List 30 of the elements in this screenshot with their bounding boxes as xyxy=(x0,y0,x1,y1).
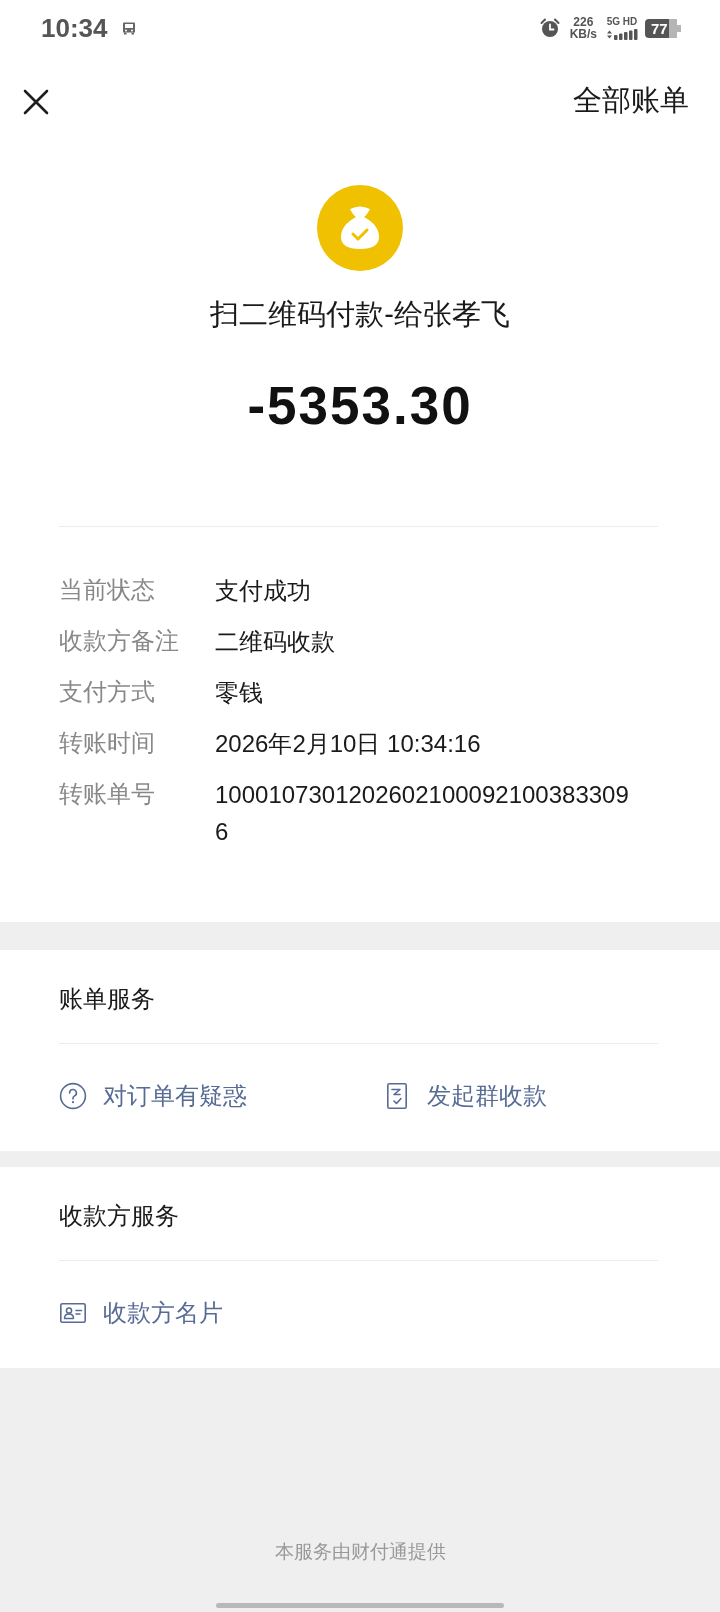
section-title: 收款方服务 xyxy=(59,1201,180,1231)
net-speed-unit: KB/s xyxy=(569,28,597,40)
status-time: 10:34 xyxy=(41,13,108,43)
all-bills-link[interactable]: 全部账单 xyxy=(573,82,689,118)
service-link[interactable]: 收款方名片 xyxy=(59,1295,223,1331)
detail-value: 零钱 xyxy=(215,678,263,708)
detail-value: 2026年2月10日 10:34:16 xyxy=(215,729,481,759)
signal-icon xyxy=(606,29,638,40)
money-bag-check-icon xyxy=(317,185,403,271)
detail-value: 二维码收款 xyxy=(215,627,335,657)
battery-indicator: 77 xyxy=(645,18,681,38)
net-speed-value: 226 xyxy=(573,16,594,28)
detail-label: 支付方式 xyxy=(59,677,156,707)
section-title: 账单服务 xyxy=(59,984,156,1014)
detail-value: 10001073012026021000921003833096 xyxy=(215,780,630,847)
detail-label: 转账时间 xyxy=(59,728,156,758)
footer-note: 本服务由财付通提供 xyxy=(274,1540,446,1564)
close-icon[interactable] xyxy=(23,89,49,115)
detail-label: 转账单号 xyxy=(59,779,156,809)
help-icon xyxy=(59,1082,87,1110)
detail-label: 当前状态 xyxy=(59,575,156,605)
network-label: 5G HD xyxy=(606,16,638,28)
service-link[interactable]: 发起群收款 xyxy=(383,1078,547,1114)
service-link[interactable]: 对订单有疑惑 xyxy=(59,1078,247,1114)
payment-title: 扫二维码付款-给张孝飞 xyxy=(210,297,510,332)
detail-label: 收款方备注 xyxy=(59,626,180,656)
detail-value: 支付成功 xyxy=(215,576,311,606)
alarm-icon xyxy=(539,18,560,38)
car-icon xyxy=(120,20,137,36)
payment-amount: -5353.30 xyxy=(247,376,473,436)
